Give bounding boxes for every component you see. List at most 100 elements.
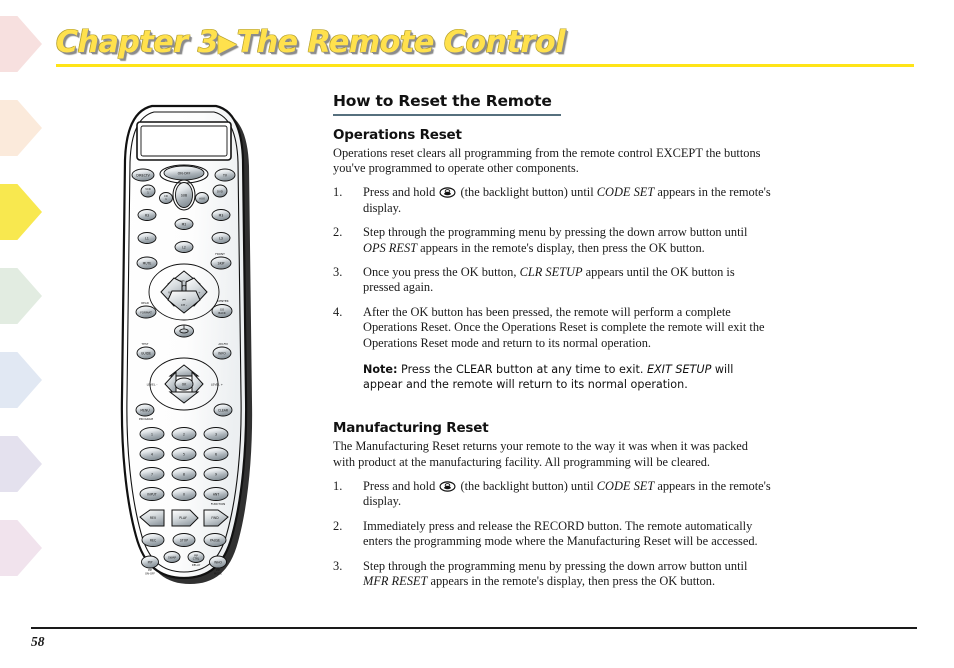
svg-text:2: 2 [183,433,185,437]
step-text: appears in the remote's display, then pr… [417,240,705,255]
step-body: Press and hold (the backlight button) un… [363,479,771,508]
display-code-text: CODE SET [596,479,655,494]
chevron-tab-2-shape [0,100,42,156]
list-item: 1. Press and hold (the backlight button) … [333,185,771,216]
step-text: Once you press the OK button, [363,265,520,280]
chevron-tab-5 [0,352,42,408]
svg-text:5: 5 [183,453,185,457]
page-footer: 58 [31,627,917,650]
svg-text:AUX: AUX [199,196,205,200]
svg-text:CLEAR: CLEAR [218,408,229,412]
svg-text:MENU: MENU [140,408,149,412]
manufacturing-reset-heading: Manufacturing Reset [333,420,489,437]
list-item: 2. Immediately press and release the RECO… [333,519,771,550]
svg-text:WHO: WHO [214,560,222,564]
svg-text:R3: R3 [145,213,149,217]
chevron-tab-5-shape [0,352,42,408]
svg-text:LEVEL -: LEVEL - [147,382,158,386]
chevron-tab-4 [0,268,42,324]
svg-text:1: 1 [165,197,167,201]
step-body: After the OK button has been pressed, th… [363,305,765,350]
svg-text:0: 0 [183,493,185,497]
note-label: Note: [363,363,398,377]
svg-text:8: 8 [183,473,185,477]
list-item: 1. Press and hold (the backlight button) … [333,479,771,510]
operations-reset-steps: 1. Press and hold (the backlight button) … [333,185,771,351]
svg-text:PIP: PIP [216,568,220,572]
svg-text:PROGRAM: PROGRAM [139,417,154,421]
backlight-button-icon [439,187,456,199]
step-text: Press and hold [363,479,439,494]
svg-text:FUNCTION: FUNCTION [211,502,226,506]
svg-text:DVD: DVD [217,189,223,193]
sidebar-chevron-strip [0,0,56,668]
chapter-label: Chapter 3 [56,25,219,60]
chevron-tab-6 [0,436,42,492]
svg-text:FWD: FWD [211,516,219,520]
svg-text:3: 3 [215,433,217,437]
svg-text:M2: M2 [182,222,187,226]
step-number: 1. [333,185,343,200]
svg-text:PLAY: PLAY [179,516,187,520]
svg-text:FORMAT: FORMAT [140,310,152,314]
svg-text:INFO: INFO [218,351,226,355]
step-body: Step through the programming menu by pre… [363,559,747,588]
chevron-tab-7 [0,520,42,576]
svg-text:TV: TV [222,173,228,177]
chevron-tab-3 [0,184,42,240]
step-text: (the backlight button) until [457,479,597,494]
step-text: Step through the programming menu by pre… [363,558,748,573]
universal-remote-control-diagram: DIRECTV ON·OFF TV VCR 1 CD 1 SUB AUX DVD… [112,96,272,586]
list-item: 2. Step through the programming menu by p… [333,225,771,256]
list-item: 4. After the OK button has been pressed, … [333,305,771,351]
svg-text:MODE: MODE [214,571,222,575]
svg-text:4: 4 [151,453,153,457]
svg-text:FRONT: FRONT [215,252,225,256]
page-number: 58 [31,633,45,649]
svg-text:REC: REC [150,539,156,543]
svg-text:GUIDE: GUIDE [141,351,151,355]
svg-text:L1: L1 [145,236,149,240]
svg-text:INPUT: INPUT [147,493,156,497]
step-text: Press and hold [363,185,439,200]
page-title: How to Reset the Remote [333,92,552,110]
svg-text:1: 1 [147,190,149,194]
svg-text:DELAY: DELAY [192,563,201,567]
step-body: Press and hold (the backlight button) un… [363,185,771,214]
step-text: appears in the remote's display, then pr… [427,574,716,589]
display-code-text: OPS REST [363,240,418,255]
chevron-tab-6-shape [0,436,42,492]
page-header: Chapter 3▶The Remote Control [56,26,916,67]
operations-reset-heading: Operations Reset [333,126,462,143]
svg-text:CTRL: CTRL [193,556,200,560]
svg-text:6: 6 [215,453,217,457]
triangle-right-icon: ▶ [218,29,237,57]
step-text: (the backlight button) until [457,185,597,200]
svg-text:M3: M3 [219,213,224,217]
list-item: 3. Step through the programming menu by p… [333,559,771,590]
page-title-rule [333,114,561,116]
svg-text:BACK: BACK [218,311,226,315]
display-code-text: EXIT SETUP [646,363,712,377]
footer-rule [31,627,917,629]
chevron-tab-1 [0,16,42,72]
list-item: 3. Once you press the OK button, CLR SETU… [333,265,771,296]
chevron-tab-3-shape [0,184,42,240]
svg-text:SKIP: SKIP [218,261,225,265]
chevron-tab-2 [0,100,42,156]
chapter-title-text: The Remote Control [236,25,566,60]
svg-text:LEVEL +: LEVEL + [211,382,224,386]
svg-text:L2: L2 [182,245,186,249]
svg-text:9: 9 [215,473,217,477]
step-number: 2. [333,225,343,240]
display-code-text: CODE SET [596,185,655,200]
svg-text:ON·OFF: ON·OFF [178,171,191,175]
step-text: Step through the programming menu by pre… [363,225,748,240]
svg-text:ON-OFF: ON-OFF [145,571,156,575]
svg-text:TEST: TEST [141,342,149,346]
svg-text:MUTE: MUTE [143,261,152,265]
chapter-title: Chapter 3▶The Remote Control [56,26,916,61]
svg-text:STOP: STOP [180,539,188,543]
step-number: 4. [333,304,343,319]
step-body: Step through the programming menu by pre… [363,225,747,254]
